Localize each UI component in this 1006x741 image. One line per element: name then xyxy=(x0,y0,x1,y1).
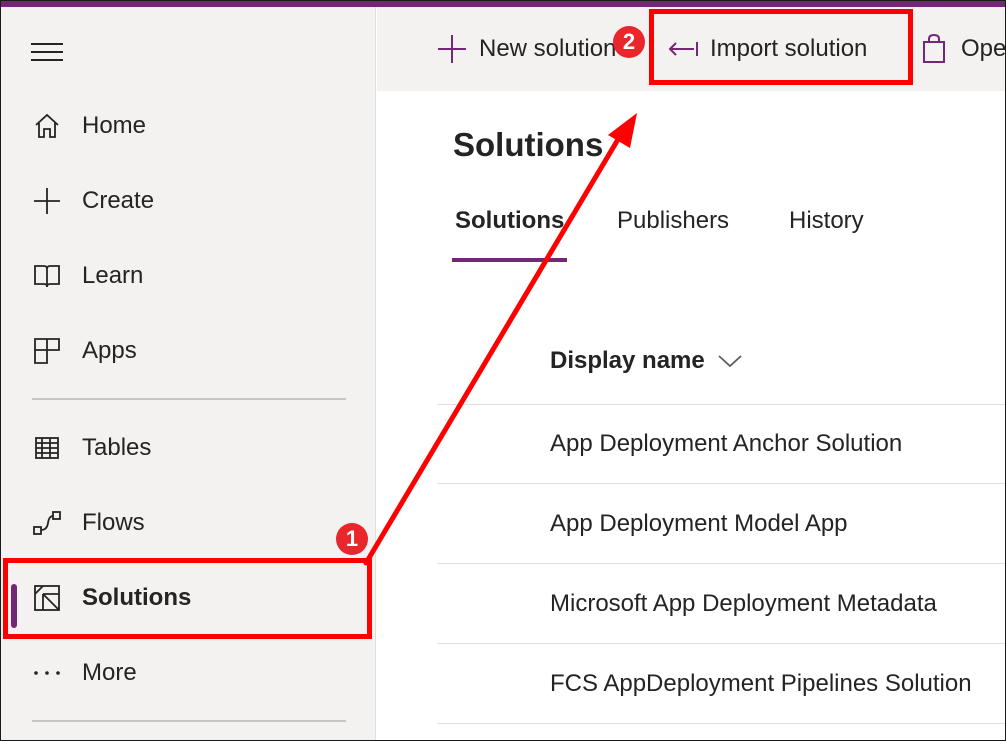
row-divider xyxy=(437,723,1005,724)
plus-icon xyxy=(31,185,63,217)
apps-icon xyxy=(31,335,63,367)
open-appsource-button[interactable]: Ope xyxy=(917,7,1006,91)
more-icon xyxy=(31,657,63,689)
sidebar-divider xyxy=(32,398,346,400)
sidebar-item-home[interactable]: Home xyxy=(1,96,376,156)
flow-icon xyxy=(31,507,63,539)
sidebar-item-label: Home xyxy=(82,112,147,139)
page-title: Solutions xyxy=(453,126,604,163)
book-icon xyxy=(31,260,63,292)
chevron-down-icon xyxy=(718,355,742,368)
table-icon xyxy=(31,432,63,464)
tab-publishers[interactable]: Publishers xyxy=(617,207,729,235)
app-window: Home Create Learn Apps Tables Flows Solu… xyxy=(0,0,1006,741)
table-row[interactable]: App Deployment Anchor Solution xyxy=(437,404,1005,484)
solutions-highlight-box xyxy=(3,558,372,639)
sidebar-item-label: Tables xyxy=(82,434,152,461)
table-row[interactable]: FCS AppDeployment Pipelines Solution xyxy=(437,644,1005,724)
step-badge-2: 2 xyxy=(613,26,645,58)
sidebar-item-label: Create xyxy=(82,187,155,214)
shopping-bag-icon xyxy=(917,32,951,66)
display-name-column-header[interactable]: Display name xyxy=(550,347,743,375)
column-header-label: Display name xyxy=(550,347,705,374)
sidebar-item-create[interactable]: Create xyxy=(1,171,376,231)
sidebar-item-label: More xyxy=(82,659,137,686)
solution-name-cell: App Deployment Anchor Solution xyxy=(550,430,903,457)
solution-name-cell: Microsoft App Deployment Metadata xyxy=(550,590,937,617)
sidebar-item-learn[interactable]: Learn xyxy=(1,246,376,306)
sidebar-item-tables[interactable]: Tables xyxy=(1,418,376,478)
sidebar-divider xyxy=(32,720,346,722)
hamburger-menu-icon[interactable] xyxy=(31,40,63,62)
sidebar-item-apps[interactable]: Apps xyxy=(1,321,376,381)
table-row[interactable]: Microsoft App Deployment Metadata xyxy=(437,564,1005,644)
solution-name-cell: FCS AppDeployment Pipelines Solution xyxy=(550,670,972,697)
import-solution-highlight-box xyxy=(649,9,913,85)
sidebar-item-flows[interactable]: Flows xyxy=(1,493,376,553)
table-row[interactable]: App Deployment Model App xyxy=(437,484,1005,564)
sidebar-item-more[interactable]: More xyxy=(1,643,376,703)
open-appsource-label: Ope xyxy=(961,35,1006,62)
step-badge-1: 1 xyxy=(336,523,368,555)
sidebar-item-label: Apps xyxy=(82,337,137,364)
active-tab-underline xyxy=(452,258,567,262)
home-icon xyxy=(31,110,63,142)
plus-icon xyxy=(435,32,469,66)
new-solution-label: New solution xyxy=(479,35,617,62)
new-solution-button[interactable]: New solution xyxy=(435,7,616,91)
tab-solutions[interactable]: Solutions xyxy=(455,207,564,235)
tab-history[interactable]: History xyxy=(789,207,864,235)
sidebar-item-label: Flows xyxy=(82,509,145,536)
solution-name-cell: App Deployment Model App xyxy=(550,510,848,537)
sidebar-item-label: Learn xyxy=(82,262,144,289)
